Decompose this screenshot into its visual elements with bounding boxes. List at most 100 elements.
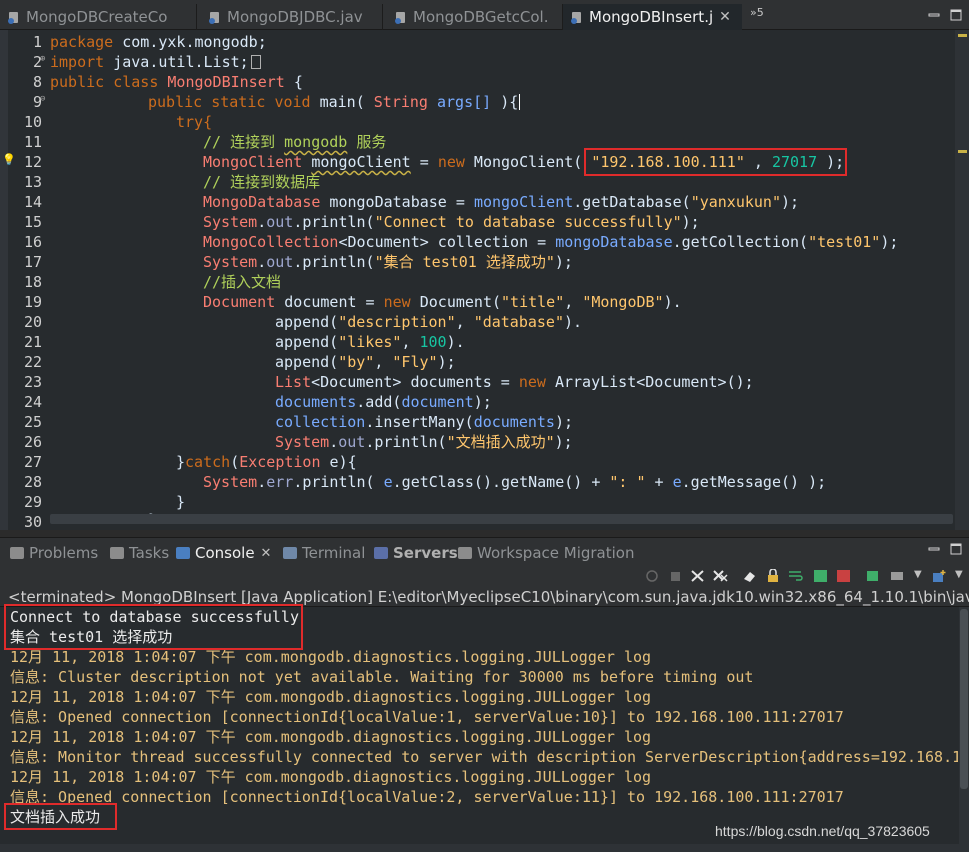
console-line: 信息: Cluster description not yet availabl… (10, 668, 754, 686)
horizontal-scrollbar[interactable] (50, 514, 953, 524)
show-console-stdout-icon[interactable] (813, 569, 828, 583)
code-text: .println( (293, 473, 384, 491)
type-name: System (203, 213, 258, 231)
keyword: import (50, 53, 105, 71)
code-line: //插入文档 (203, 272, 281, 292)
code-text: .getMessage() ); (681, 473, 827, 491)
clear-console-icon[interactable] (742, 569, 757, 583)
dropdown-arrow-icon[interactable]: ▼ (914, 569, 922, 580)
code-text: = (410, 153, 438, 171)
terminate-icon[interactable] (668, 569, 683, 583)
horizontal-scrollbar[interactable] (0, 844, 959, 852)
minimize-icon[interactable] (928, 10, 940, 22)
code-line: System.out.println("文档插入成功"); (275, 433, 573, 451)
tab-label: MongoDBCreateCo (26, 8, 168, 26)
problems-icon (10, 547, 24, 559)
code-line: System.err.println( e.getClass().getName… (203, 473, 827, 491)
code-line: try{ (176, 112, 212, 132)
warning-marker[interactable] (958, 34, 967, 37)
code-text: , (455, 313, 474, 331)
line-number: 25 (23, 413, 42, 431)
comment: // 连接到 (203, 133, 285, 151)
dropdown-arrow-icon[interactable]: ▼ (955, 569, 963, 580)
code-text: , (564, 293, 583, 311)
tab-workspace-migration[interactable]: Workspace Migration (458, 542, 634, 564)
tab-terminal[interactable]: Terminal (283, 542, 365, 564)
scroll-lock-icon[interactable] (765, 569, 780, 583)
terminate-relaunch-icon[interactable] (645, 569, 660, 583)
code-text: ){ (491, 93, 519, 111)
code-text: <Document> (311, 373, 402, 391)
keyword: static (211, 93, 266, 111)
code-text: ); (554, 413, 574, 431)
code-text: .println( (365, 433, 447, 451)
show-console-stderr-icon[interactable] (836, 569, 851, 583)
word-wrap-icon[interactable] (788, 569, 803, 583)
tab-mongodbcreate[interactable]: MongoDBCreateCo (8, 4, 192, 30)
watermark: https://blog.csdn.net/qq_37823605 (715, 823, 930, 839)
maximize-icon[interactable] (950, 543, 962, 555)
code-text: + (645, 473, 673, 491)
vertical-scrollbar[interactable] (959, 607, 969, 852)
close-icon[interactable]: ✕ (261, 546, 272, 561)
code-text: ). (564, 313, 583, 331)
tab-problems[interactable]: Problems (10, 542, 98, 564)
tab-mongodbjdbc[interactable]: MongoDBJDBC.jav (196, 4, 386, 30)
tab-mongodbgetccol[interactable]: MongoDBGetcCol. (382, 4, 562, 30)
fold-icon[interactable]: ⊖ (40, 94, 45, 104)
variable: mongoClient (311, 153, 411, 171)
warning-marker[interactable] (958, 150, 967, 153)
line-number: 8 (32, 73, 42, 91)
pin-console-icon[interactable] (865, 569, 880, 583)
code-line: documents.add(document); (275, 392, 492, 412)
field: out (338, 433, 366, 451)
code-line: }catch(Exception e){ (176, 452, 357, 472)
code-line: // 连接到数据库 (203, 172, 320, 192)
open-console-icon[interactable] (932, 569, 947, 583)
code-text: { (284, 73, 303, 91)
console-toolbar: ▼ ▼ (0, 565, 969, 587)
code-line: // 连接到 mongodb 服务 (203, 132, 386, 152)
highlight-box (4, 604, 303, 650)
editor-tab-bar: MongoDBCreateCo MongoDBJDBC.jav MongoDBG… (0, 0, 969, 30)
tab-tasks[interactable]: Tasks (110, 542, 169, 564)
tab-mongodbinsert[interactable]: MongoDBInsert.j ✕ (562, 4, 742, 30)
tasks-icon (110, 547, 124, 559)
scrollbar-thumb[interactable] (960, 609, 968, 789)
string-literal: "Connect to database successfully" (374, 213, 682, 231)
tab-label: MongoDBGetcCol. (413, 8, 549, 26)
string-literal: "likes" (338, 333, 402, 351)
variable: document (275, 293, 357, 311)
tab-console[interactable]: Console ✕ (176, 542, 271, 564)
text-cursor (519, 94, 521, 110)
servers-icon (374, 547, 388, 559)
console-output[interactable]: Connect to database successfully 集合 test… (0, 604, 969, 852)
display-console-icon[interactable] (890, 569, 905, 583)
keyword: catch (185, 453, 231, 471)
type-name: List (275, 373, 312, 391)
code-text: = (446, 193, 474, 211)
code-line: public class MongoDBInsert { (50, 72, 303, 92)
remove-launch-icon[interactable] (690, 569, 705, 583)
type-name: System (203, 473, 258, 491)
code-editor[interactable]: 1 2 8 9 10 11 12 13 14 15 16 17 18 19 20… (0, 30, 969, 531)
remove-all-icon[interactable] (713, 569, 728, 583)
minimize-icon[interactable] (928, 544, 940, 556)
close-icon[interactable]: ✕ (719, 9, 731, 25)
tab-label: Console (195, 544, 255, 562)
lightbulb-warning-icon[interactable]: 💡 (2, 153, 16, 166)
line-number: 24 (23, 393, 42, 411)
fold-icon[interactable]: ⊕ (40, 54, 45, 64)
maximize-icon[interactable] (950, 9, 962, 21)
console-icon (176, 547, 190, 559)
keyword: new (437, 153, 465, 171)
collapsed-imports-icon[interactable] (250, 55, 261, 69)
overview-ruler[interactable] (955, 30, 969, 530)
tab-overflow-button[interactable]: »5 (750, 6, 764, 19)
variable: document (401, 393, 474, 411)
string-literal: "by" (338, 353, 375, 371)
type-name: MongoClient (203, 153, 303, 171)
code-text: } (176, 493, 186, 511)
variable: mongoDatabase (555, 233, 673, 251)
tab-servers[interactable]: Servers (374, 542, 458, 564)
